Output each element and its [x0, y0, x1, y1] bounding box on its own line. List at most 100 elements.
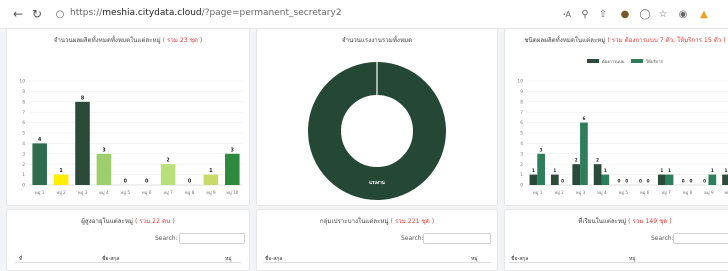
bar-value-label: 2 — [596, 158, 599, 163]
chart-card-2: จำนวนแรงงานรวมทั้งหมด แรงงาน — [256, 28, 498, 206]
reload-icon[interactable]: ↻ — [29, 6, 45, 22]
legend-swatch — [587, 59, 599, 63]
zoom-icon[interactable]: ⚲ — [578, 7, 592, 21]
y-tick-label: 6 — [22, 120, 25, 126]
bar-value-label: 0 — [647, 179, 650, 184]
bar-value-label: 0 — [639, 179, 642, 184]
legend-label: ต้องการแบบ — [602, 59, 625, 64]
profile-icon[interactable]: ◉ — [676, 7, 690, 21]
site-info-icon[interactable]: ○ — [52, 6, 68, 22]
bar-value-label: 0 — [145, 179, 149, 185]
x-tick-label: หมู่ 9 — [704, 190, 714, 196]
bar — [96, 153, 112, 185]
y-tick-label: 6 — [520, 120, 523, 126]
bar-value-label: 8 — [81, 95, 85, 101]
address-bar[interactable]: https://meshia.citydata.cloud/?page=perm… — [70, 8, 342, 18]
y-tick-label: 9 — [520, 89, 523, 95]
x-tick-label: หมู่ 5 — [121, 190, 131, 196]
chart-card-1: จำนวนผลผลิตทั้งหมดทั้งหมดในแต่ละหมู่ ( ร… — [6, 28, 250, 206]
bar — [32, 143, 47, 185]
bar-value-label: 1 — [660, 168, 663, 173]
bar — [203, 174, 219, 185]
bar — [550, 174, 559, 185]
bar — [572, 164, 581, 185]
table-header-rule — [263, 262, 491, 263]
translate-icon[interactable]: ꞏA — [560, 7, 574, 21]
bar-value-label: 0 — [561, 179, 564, 184]
grouped-bar-chart: ต้องการแบบ ให้บริการ012345678910หมู่ 1 หมู… — [517, 58, 728, 196]
share-icon[interactable]: ⇧ — [596, 7, 610, 21]
bar-value-label: 1 — [532, 168, 535, 173]
url-path: /?page=permanent_secretary2 — [201, 8, 342, 18]
bar-value-label: 0 — [703, 179, 706, 184]
bar-value-label: 6 — [582, 116, 585, 121]
bar — [160, 164, 176, 185]
url-domain: meshia.citydata.cloud — [102, 8, 202, 18]
extension-icon[interactable]: ● — [618, 7, 632, 21]
x-tick-label: หมู่ 2 — [56, 190, 66, 196]
y-tick-label: 7 — [22, 110, 25, 116]
slice-label: แรงงาน — [369, 180, 385, 186]
search-input[interactable] — [673, 233, 728, 244]
bar-value-label: 1 — [209, 168, 212, 174]
bar — [75, 101, 90, 185]
bar-value-label: 2 — [575, 158, 578, 163]
bar — [601, 174, 610, 185]
y-tick-label: 3 — [520, 151, 523, 157]
back-icon[interactable]: ← — [10, 6, 26, 22]
bar-value-label: 0 — [625, 179, 628, 184]
bar-value-label: 0 — [682, 179, 685, 184]
bar — [225, 153, 240, 185]
y-tick-label: 8 — [520, 99, 523, 105]
y-tick-label: 0 — [22, 183, 25, 189]
x-tick-label: หมู่ 4 — [99, 190, 109, 196]
bar — [708, 174, 717, 185]
x-tick-label: หมู่ 10 — [724, 190, 728, 196]
table-card-2: กลุ่มเปราะบางในแต่ละหมู่ ( รวม 221 ชุด )… — [256, 209, 498, 271]
warning-icon[interactable]: ▲ — [697, 7, 711, 21]
y-tick-label: 1 — [22, 172, 25, 178]
y-tick-label: 5 — [22, 131, 25, 137]
star-icon[interactable]: ☆ — [656, 7, 670, 21]
bar — [580, 122, 588, 185]
bar-chart-1: 012345678910หมู่ 1 หมู่ 2 หมู่ 3 หมู่ 4 หมู่… — [19, 79, 243, 196]
legend-swatch — [631, 59, 643, 63]
bar — [593, 164, 602, 185]
search-input[interactable] — [423, 233, 491, 244]
shield-icon[interactable]: ◯ — [638, 7, 652, 21]
legend-label: ให้บริการ — [646, 58, 664, 64]
card-title-highlight: ( รวม 22 คน ) — [134, 218, 175, 225]
bar — [665, 174, 674, 185]
y-tick-label: 10 — [517, 79, 523, 85]
x-tick-label: หมู่ 4 — [597, 190, 607, 196]
y-tick-label: 1 — [520, 172, 523, 178]
chart-card-3: ชนิดผลผลิตทั้งหมดในแต่ละหมู่ ( รวม ต้องก… — [504, 28, 728, 206]
x-tick-label: หมู่ 10 — [226, 190, 239, 196]
table-card-3: ที่เรียนในแต่ละหมู่ ( รวม 149 ชุด ) Sear… — [504, 209, 728, 271]
bar-value-label: 1 — [604, 168, 607, 173]
card-title-text: กลุ่มเปราะบางในแต่ละหมู่ — [319, 218, 389, 225]
y-tick-label: 8 — [22, 99, 25, 105]
search-label: Search: — [401, 235, 424, 242]
y-tick-label: 4 — [22, 141, 25, 147]
bar — [529, 174, 538, 185]
card-title-text: ที่เรียนในแต่ละหมู่ — [578, 218, 627, 225]
y-tick-label: 2 — [520, 162, 523, 168]
x-tick-label: หมู่ 5 — [619, 190, 629, 196]
x-tick-label: หมู่ 1 — [35, 190, 45, 196]
x-tick-label: หมู่ 1 — [533, 190, 543, 196]
bar-value-label: 2 — [166, 158, 169, 164]
x-tick-label: หมู่ 7 — [163, 190, 173, 196]
bar-value-label: 1 — [553, 168, 556, 173]
search-input[interactable] — [179, 233, 245, 244]
x-tick-label: หมู่ 6 — [142, 190, 152, 196]
search-label: Search: — [155, 235, 178, 242]
x-tick-label: หมู่ 9 — [206, 190, 216, 196]
y-tick-label: 3 — [22, 151, 25, 157]
bar-value-label: 3 — [540, 147, 543, 152]
table-header-rule — [509, 262, 728, 263]
card-title-highlight: ( รวม 149 ชุด ) — [628, 218, 672, 225]
card-title-highlight: ( รวม 221 ชุด ) — [390, 218, 435, 225]
bar — [722, 174, 728, 185]
donut-chart: แรงงาน — [308, 62, 446, 200]
